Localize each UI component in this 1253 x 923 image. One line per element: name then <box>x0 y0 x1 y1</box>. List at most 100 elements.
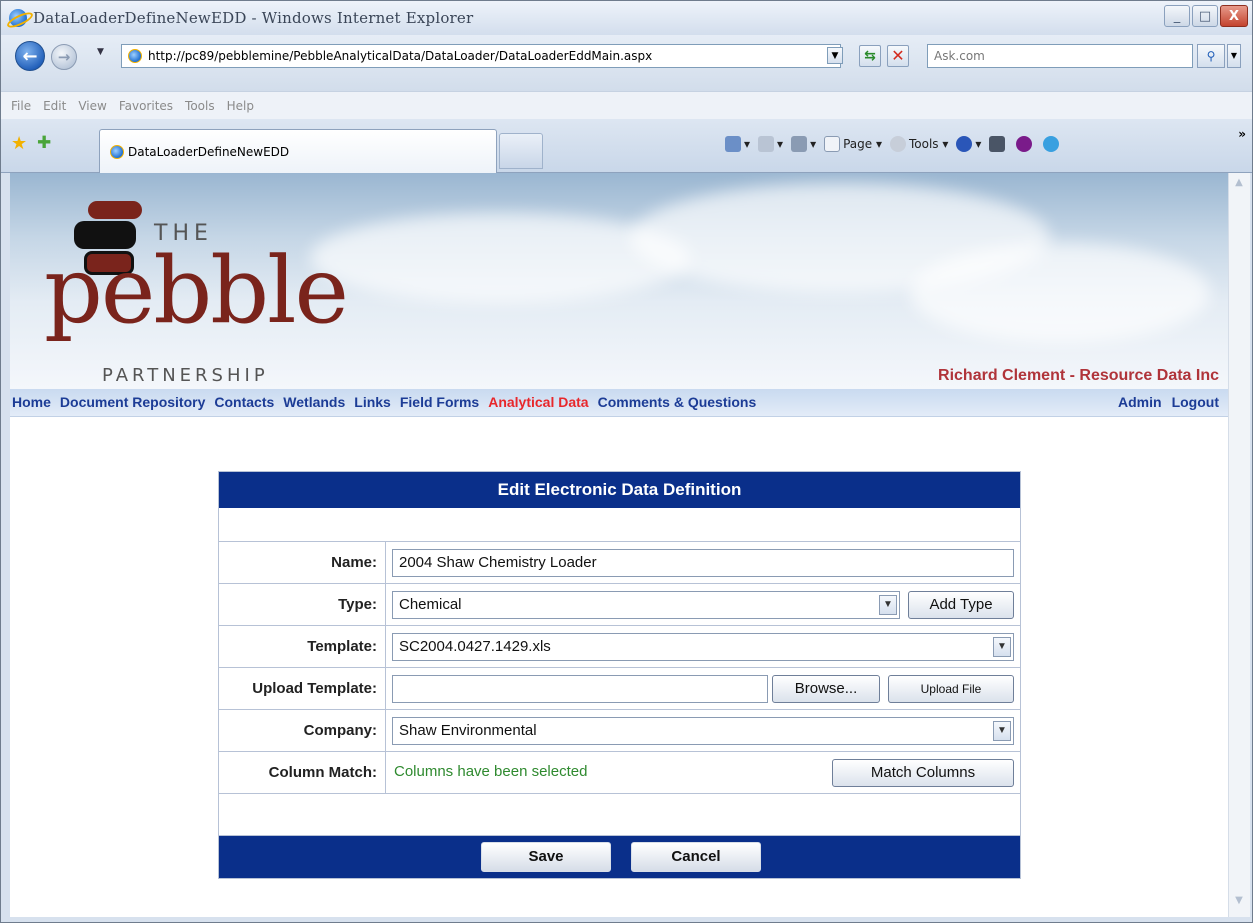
browse-button[interactable]: Browse... <box>772 675 880 703</box>
maximize-button[interactable]: □ <box>1192 5 1218 27</box>
home-button[interactable]: ▾ <box>725 136 750 152</box>
tools-menu-label: Tools <box>909 137 939 151</box>
history-dropdown-icon[interactable]: ▼ <box>97 47 104 57</box>
add-favorites-icon[interactable]: ✚ <box>37 133 51 153</box>
yahoo-button[interactable] <box>1016 136 1035 152</box>
site-navbar: Home Document Repository Contacts Wetlan… <box>10 389 1228 417</box>
page-menu[interactable]: Page ▾ <box>824 136 882 152</box>
window-controls: _ □ X <box>1164 5 1248 27</box>
window-title: DataLoaderDefineNewEDD - Windows Interne… <box>33 9 474 27</box>
browser-window: DataLoaderDefineNewEDD - Windows Interne… <box>0 0 1253 923</box>
template-cell: SC2004.0427.1429.xls ▼ <box>386 626 1020 667</box>
upload-file-button[interactable]: Upload File <box>888 675 1014 703</box>
nav-links[interactable]: Links <box>354 394 391 410</box>
menu-tools[interactable]: Tools <box>185 99 215 113</box>
site-banner: THE pebble PARTNERSHIP Richard Clement -… <box>10 173 1228 389</box>
scroll-down-icon[interactable]: ▼ <box>1231 895 1247 913</box>
close-button[interactable]: X <box>1220 5 1248 27</box>
menu-file[interactable]: File <box>11 99 31 113</box>
nav-home[interactable]: Home <box>12 394 51 410</box>
save-button[interactable]: Save <box>481 842 611 872</box>
skype-button[interactable] <box>1043 136 1062 152</box>
title-bar: DataLoaderDefineNewEDD - Windows Interne… <box>1 1 1252 35</box>
company-row: Company: Shaw Environmental ▼ <box>219 710 1020 752</box>
name-input[interactable]: 2004 Shaw Chemistry Loader <box>392 549 1014 577</box>
menu-help[interactable]: Help <box>227 99 254 113</box>
chevron-down-icon[interactable]: ▼ <box>993 721 1011 741</box>
print-button[interactable]: ▾ <box>791 136 816 152</box>
refresh-button[interactable]: ⇆ <box>859 45 881 67</box>
page-menu-label: Page <box>843 137 873 151</box>
address-bar[interactable]: http://pc89/pebblemine/PebbleAnalyticalD… <box>121 44 841 68</box>
tab-ie-icon <box>110 144 124 159</box>
feeds-icon <box>758 136 775 152</box>
address-toolbar: ← → ▼ http://pc89/pebblemine/PebbleAnaly… <box>1 35 1252 91</box>
nav-document-repository[interactable]: Document Repository <box>60 394 205 410</box>
pebble-logo[interactable]: THE pebble PARTNERSHIP <box>44 189 349 389</box>
page-icon <box>128 49 142 63</box>
user-info: Richard Clement - Resource Data Inc <box>938 367 1219 384</box>
add-type-button[interactable]: Add Type <box>908 591 1014 619</box>
nav-field-forms[interactable]: Field Forms <box>400 394 479 410</box>
nav-analytical-data[interactable]: Analytical Data <box>488 394 588 410</box>
home-icon <box>725 136 741 152</box>
upload-label: Upload Template: <box>219 668 386 709</box>
cancel-button[interactable]: Cancel <box>631 842 761 872</box>
chevron-down-icon[interactable]: ▼ <box>879 595 897 615</box>
nav-left: Home Document Repository Contacts Wetlan… <box>12 394 765 410</box>
nav-right: Admin Logout <box>1108 394 1219 410</box>
forward-button[interactable]: → <box>51 44 77 70</box>
new-tab-button[interactable] <box>499 133 543 169</box>
back-button[interactable]: ← <box>15 41 45 71</box>
form-title: Edit Electronic Data Definition <box>219 472 1020 508</box>
company-cell: Shaw Environmental ▼ <box>386 710 1020 751</box>
logo-pebble: pebble <box>44 237 349 344</box>
menu-favorites[interactable]: Favorites <box>119 99 173 113</box>
nav-comments-questions[interactable]: Comments & Questions <box>598 394 757 410</box>
upload-file-input[interactable] <box>392 675 768 703</box>
company-select[interactable]: Shaw Environmental ▼ <box>392 717 1014 745</box>
help-button[interactable]: ▾ <box>956 136 981 152</box>
feeds-button[interactable]: ▾ <box>758 136 783 152</box>
favorites-star-icon[interactable]: ★ <box>11 133 27 154</box>
nav-wetlands[interactable]: Wetlands <box>283 394 345 410</box>
type-cell: Chemical ▼ Add Type <box>386 584 1020 625</box>
company-label: Company: <box>219 710 386 751</box>
upload-cell: Browse... Upload File <box>386 668 1020 709</box>
name-cell: 2004 Shaw Chemistry Loader <box>386 542 1020 583</box>
nav-admin[interactable]: Admin <box>1118 394 1162 410</box>
k-toolbar-button[interactable] <box>989 136 1008 152</box>
skype-icon <box>1043 136 1060 152</box>
search-options-icon[interactable]: ▼ <box>1227 44 1241 68</box>
template-select[interactable]: SC2004.0427.1429.xls ▼ <box>392 633 1014 661</box>
scroll-up-icon[interactable]: ▲ <box>1231 177 1247 195</box>
address-dropdown-icon[interactable]: ▼ <box>827 47 843 64</box>
ie-icon <box>9 9 27 27</box>
page-content: THE pebble PARTNERSHIP Richard Clement -… <box>10 173 1228 917</box>
type-selected-value: Chemical <box>399 596 462 613</box>
minimize-button[interactable]: _ <box>1164 5 1190 27</box>
search-icon[interactable]: ⚲ <box>1197 44 1225 68</box>
help-icon <box>956 136 973 152</box>
template-row: Template: SC2004.0427.1429.xls ▼ <box>219 626 1020 668</box>
cloud-shape <box>910 243 1210 343</box>
match-columns-button[interactable]: Match Columns <box>832 759 1014 787</box>
form-footer: Save Cancel <box>219 836 1020 878</box>
vertical-scrollbar[interactable]: ▲ ▼ <box>1228 173 1250 917</box>
menu-view[interactable]: View <box>78 99 106 113</box>
chevron-down-icon[interactable]: ▼ <box>993 637 1011 657</box>
menu-edit[interactable]: Edit <box>43 99 66 113</box>
nav-logout[interactable]: Logout <box>1172 394 1219 410</box>
gear-icon <box>890 136 906 152</box>
toolbar-overflow-icon[interactable]: » <box>1238 127 1246 141</box>
tools-menu[interactable]: Tools ▾ <box>890 136 948 152</box>
type-select[interactable]: Chemical ▼ <box>392 591 900 619</box>
stop-button[interactable]: ✕ <box>887 45 909 67</box>
url-text[interactable]: http://pc89/pebblemine/PebbleAnalyticalD… <box>148 49 652 63</box>
template-label: Template: <box>219 626 386 667</box>
nav-contacts[interactable]: Contacts <box>214 394 274 410</box>
command-bar: ▾ ▾ ▾ Page ▾ Tools ▾ ▾ <box>725 136 1070 152</box>
search-input[interactable]: Ask.com <box>927 44 1193 68</box>
type-label: Type: <box>219 584 386 625</box>
tab-active[interactable]: DataLoaderDefineNewEDD <box>99 129 497 173</box>
